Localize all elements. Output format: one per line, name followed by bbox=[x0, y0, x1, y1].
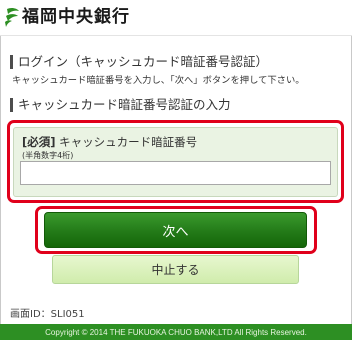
bank-name: 福岡中央銀行 bbox=[22, 7, 130, 27]
pin-input[interactable] bbox=[20, 161, 331, 185]
section-title-pin: キャッシュカード暗証番号認証の入力 bbox=[10, 98, 231, 112]
header-divider bbox=[0, 35, 352, 36]
pin-field-hint: (半角数字4桁) bbox=[22, 151, 74, 160]
instruction-text: キャッシュカード暗証番号を入力し、「次へ」ボタンを押して下さい。 bbox=[12, 75, 305, 86]
bank-logo-icon bbox=[5, 7, 19, 27]
header: 福岡中央銀行 bbox=[0, 0, 352, 36]
pin-field-label: キャッシュカード暗証番号 bbox=[59, 135, 198, 149]
required-tag: [必須] bbox=[22, 135, 56, 149]
page-title: ログイン（キャッシュカード暗証番号認証） bbox=[10, 55, 268, 69]
cancel-button[interactable]: 中止する bbox=[52, 255, 299, 284]
pin-input-panel: [必須] キャッシュカード暗証番号 (半角数字4桁) bbox=[13, 127, 338, 197]
footer-copyright: Copyright © 2014 THE FUKUOKA CHUO BANK,L… bbox=[0, 324, 352, 340]
pin-field-label-row: [必須] キャッシュカード暗証番号 bbox=[22, 134, 197, 150]
screen-id: 画面ID：SLI051 bbox=[10, 309, 85, 320]
next-button[interactable]: 次へ bbox=[44, 212, 307, 248]
